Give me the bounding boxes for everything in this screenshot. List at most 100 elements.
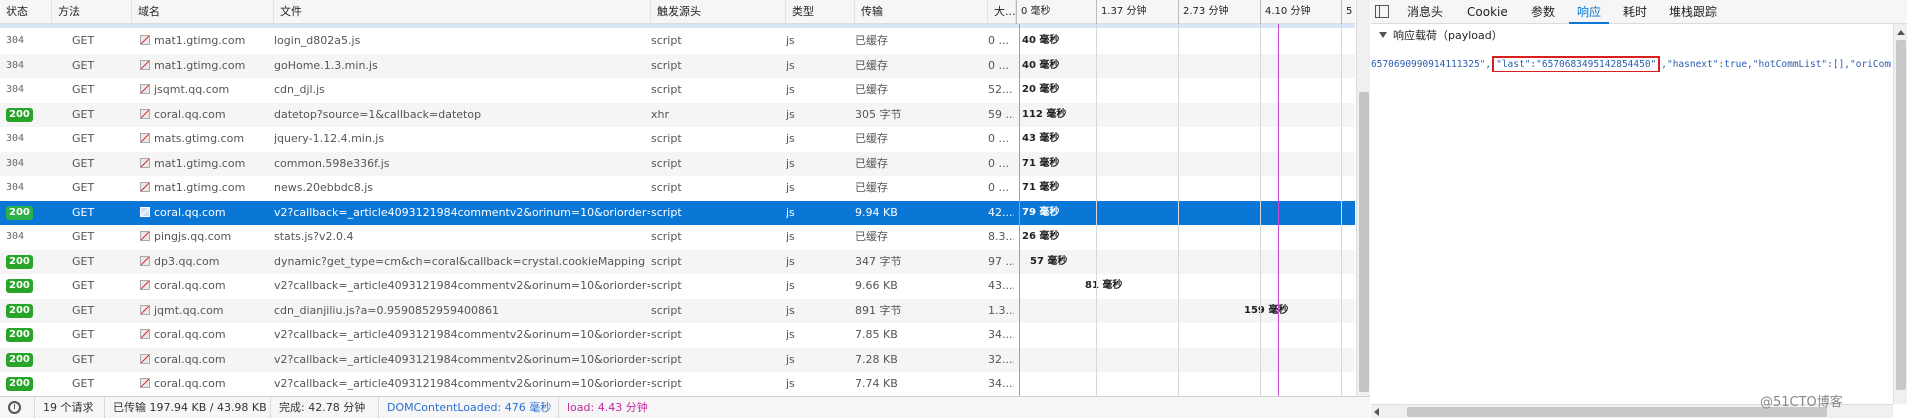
file-cell: v2?callback=_article4093121984commentv2&… (274, 328, 650, 341)
file-cell: jquery-1.12.4.min.js (274, 132, 385, 145)
timing-label: 26 毫秒 (1022, 231, 1060, 242)
scrollbar-thumb[interactable] (1896, 40, 1906, 390)
type-cell: js (786, 132, 795, 145)
insecure-lock-icon (140, 133, 150, 143)
insecure-lock-icon (140, 59, 150, 70)
domain-cell: coral.qq.com (140, 103, 270, 128)
insecure-lock-icon (140, 231, 150, 241)
status-cell: 200 (6, 299, 66, 324)
method-cell: GET (72, 58, 95, 72)
request-row[interactable]: 200 GET coral.qq.com v2?callback=_article40… (0, 372, 1355, 397)
method-cell: GET (72, 156, 95, 170)
col-header-transferred[interactable]: 传输 (855, 0, 988, 24)
cause-cell: script (651, 279, 682, 292)
request-row[interactable]: 200 GET coral.qq.com v2?callback=_article40… (0, 347, 1355, 373)
status-cell: 200 (6, 103, 66, 128)
domain-cell: pingjs.qq.com (140, 225, 270, 250)
col-header-domain[interactable]: 域名 (132, 0, 274, 24)
transferred-cell: 已缓存 (855, 34, 888, 47)
timeline-tick: 2.73 分钟 (1178, 0, 1228, 24)
tab-response[interactable]: 响应 (1569, 0, 1610, 24)
timeline-header[interactable]: 0 毫秒 1.37 分钟 2.73 分钟 4.10 分钟 5 (1016, 0, 1355, 24)
method-cell: GET (72, 107, 95, 121)
method-cell: GET (72, 34, 95, 47)
request-row[interactable]: 200 GET coral.qq.com v2?callback=_article40… (0, 200, 1355, 226)
type-cell: js (786, 58, 795, 72)
transferred-cell: 已缓存 (855, 83, 888, 96)
transferred-cell: 已缓存 (855, 230, 888, 243)
status-code: 304 (6, 231, 25, 242)
request-row[interactable]: 200 GET coral.qq.com v2?callback=_article40… (0, 274, 1355, 299)
transferred-cell: 7.28 KB (855, 352, 898, 366)
load-time: load: 4.43 分钟 (558, 397, 648, 418)
timing-label: 40 毫秒 (1022, 59, 1060, 71)
request-row[interactable]: 200 GET coral.qq.com v2?callback=_article40… (0, 323, 1355, 348)
request-row[interactable]: 304 GET mat1.gtimg.com login_d802a5.js scrip… (0, 29, 1355, 54)
expand-triangle-icon[interactable] (1379, 32, 1387, 38)
payload-label: 响应载荷（payload） (1393, 29, 1503, 42)
size-cell: 0 ... (988, 181, 1009, 194)
insecure-lock-icon (140, 353, 150, 364)
tab-params[interactable]: 参数 (1523, 0, 1563, 24)
cause-cell: script (651, 377, 682, 390)
request-row[interactable]: 200 GET coral.qq.com datetop?source=1&callb… (0, 102, 1355, 128)
status-badge: 200 (6, 254, 33, 269)
insecure-lock-icon (140, 304, 150, 315)
domain-cell: coral.qq.com (140, 201, 270, 226)
cause-cell: script (651, 303, 682, 317)
request-row[interactable]: 304 GET mat1.gtimg.com news.20ebbdc8.js scri… (0, 176, 1355, 201)
timeline-cell (1016, 348, 1355, 373)
detail-vertical-scrollbar[interactable] (1893, 24, 1907, 404)
request-row[interactable]: 304 GET mat1.gtimg.com common.598e336f.js sc… (0, 151, 1355, 176)
status-cell: 200 (6, 250, 66, 275)
request-row[interactable]: 304 GET pingjs.qq.com stats.js?v2.0.4 script… (0, 225, 1355, 250)
request-row[interactable]: 200 GET dp3.qq.com dynamic?get_type=cm&ch=c… (0, 249, 1355, 275)
cause-cell: script (651, 83, 682, 96)
toggle-panel-icon[interactable] (1375, 5, 1389, 18)
insecure-lock-icon (140, 206, 150, 217)
col-header-method[interactable]: 方法 (52, 0, 132, 24)
col-header-cause[interactable]: 触发源头 (651, 0, 786, 24)
tab-stack-trace[interactable]: 堆栈跟踪 (1661, 0, 1725, 24)
request-row[interactable]: 304 GET mats.gtimg.com jquery-1.12.4.min.js… (0, 127, 1355, 152)
domcontentloaded-time: DOMContentLoaded: 476 毫秒 (378, 397, 551, 418)
domain-cell: coral.qq.com (140, 274, 270, 299)
domain-cell: coral.qq.com (140, 348, 270, 373)
scrollbar-thumb[interactable] (1359, 92, 1369, 392)
tab-cookie[interactable]: Cookie (1459, 0, 1516, 24)
domain-cell: jqmt.qq.com (140, 299, 270, 324)
request-row[interactable]: 200 GET jqmt.qq.com cdn_dianjiliu.js?a=0.95… (0, 298, 1355, 324)
timing-label: 79 毫秒 (1022, 206, 1060, 218)
timing-label: 112 毫秒 (1022, 108, 1067, 120)
payload-section-header[interactable]: 响应载荷（payload） (1379, 27, 1503, 45)
insecure-lock-icon (140, 182, 150, 192)
tab-timings[interactable]: 耗时 (1615, 0, 1655, 24)
response-json-line: 6570690990914111325", "last":"65706834951… (1371, 56, 1891, 72)
insecure-lock-icon (140, 255, 150, 266)
devtools-network: 状态 方法 域名 文件 触发源头 类型 传输 大... 0 毫秒 1.37 分钟… (0, 0, 1907, 418)
col-header-size[interactable]: 大... (988, 0, 1016, 24)
request-list-scrollbar[interactable] (1356, 0, 1370, 396)
cause-cell: script (651, 352, 682, 366)
size-cell: 43.... (988, 279, 1014, 292)
timeline-cell: 112 毫秒 (1016, 103, 1355, 128)
request-row[interactable]: 304 GET jsqmt.qq.com cdn_djl.js script js 已缓存 5… (0, 78, 1355, 103)
size-cell: 8.3... (988, 230, 1014, 243)
col-header-file[interactable]: 文件 (274, 0, 651, 24)
col-header-type[interactable]: 类型 (786, 0, 855, 24)
transferred-cell: 已缓存 (855, 58, 888, 72)
size-cell: 1.3... (988, 303, 1014, 317)
cause-cell: script (651, 156, 682, 170)
scroll-left-arrow-icon[interactable] (1374, 408, 1379, 416)
cause-cell: script (651, 328, 682, 341)
col-header-status[interactable]: 状态 (0, 0, 52, 24)
performance-clock-icon[interactable] (8, 401, 21, 414)
domain-cell: coral.qq.com (140, 372, 270, 397)
tab-headers[interactable]: 消息头 (1399, 0, 1451, 24)
cause-cell: script (651, 181, 682, 194)
scroll-up-arrow-icon[interactable] (1897, 30, 1905, 35)
method-cell: GET (72, 83, 95, 96)
timing-label: 71 毫秒 (1022, 157, 1060, 169)
size-cell: 52... (988, 83, 1013, 96)
request-row[interactable]: 304 GET mat1.gtimg.com goHome.1.3.min.js scr… (0, 53, 1355, 78)
